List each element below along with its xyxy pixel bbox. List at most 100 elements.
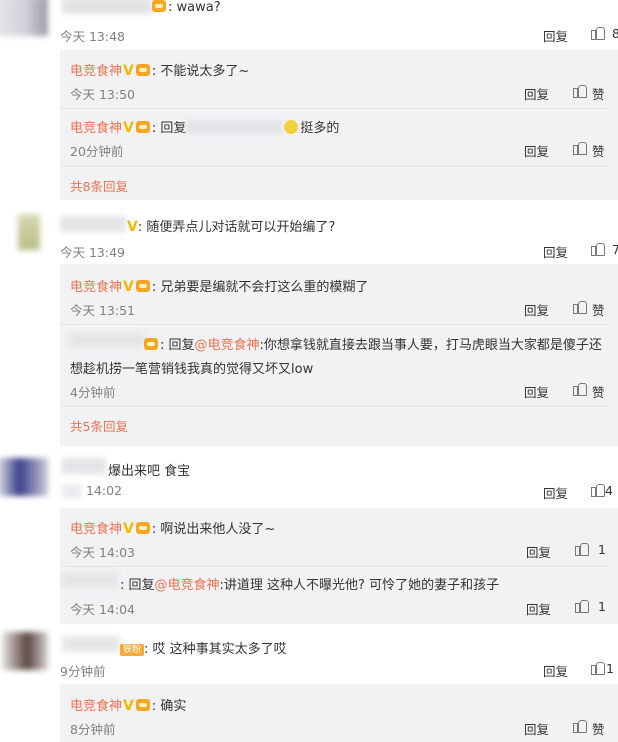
reply-button[interactable]: 回复 bbox=[524, 719, 549, 738]
like-count: 8 bbox=[612, 26, 618, 41]
reply-button[interactable]: 回复 bbox=[543, 26, 568, 45]
crown-badge-icon bbox=[135, 64, 150, 76]
divider bbox=[60, 406, 610, 407]
more-replies-link[interactable]: 共5条回复 bbox=[70, 416, 128, 435]
reply-prefix: : 回复 bbox=[151, 121, 187, 136]
reply-author[interactable]: 电竞食神 bbox=[70, 64, 122, 79]
like-label[interactable]: 赞 bbox=[592, 141, 605, 160]
mention-blurred[interactable] bbox=[186, 120, 283, 134]
like-count: 7 bbox=[612, 242, 618, 257]
reply-button[interactable]: 回复 bbox=[543, 661, 568, 680]
comment-text: : 哎 这种事其实太多了哎 bbox=[144, 642, 287, 657]
reply-author[interactable]: 电竞食神 bbox=[70, 280, 122, 295]
reply-text-continued: 想趁机捞一笔营销钱我真的觉得又坏又low bbox=[70, 362, 314, 377]
thumbs-up-icon[interactable] bbox=[573, 720, 587, 733]
divider bbox=[60, 566, 610, 567]
like-label[interactable]: 赞 bbox=[592, 382, 605, 401]
avatar[interactable] bbox=[18, 214, 40, 250]
timestamp: 今天 13:49 bbox=[60, 245, 125, 260]
thumbs-up-icon[interactable] bbox=[591, 662, 605, 675]
timestamp: 9分钟前 bbox=[60, 664, 106, 679]
timestamp: 8分钟前 bbox=[70, 722, 116, 737]
timestamp: 今天 13:48 bbox=[60, 29, 125, 44]
verified-v-icon: V bbox=[123, 521, 134, 537]
crown-badge-icon bbox=[152, 0, 166, 12]
laughing-emoji-icon bbox=[284, 120, 299, 134]
reply-button[interactable]: 回复 bbox=[543, 483, 568, 502]
timestamp: 今天 14:04 bbox=[70, 602, 135, 617]
thumbs-up-icon[interactable] bbox=[575, 543, 589, 556]
verified-v-icon: V bbox=[123, 63, 134, 79]
crown-badge-icon bbox=[144, 338, 158, 350]
reply-text: :你想拿钱就直接去跟当事人要，打马虎眼当大家都是傻子还 bbox=[259, 338, 602, 353]
comment-item: V: 随便弄点儿对话就可以开始编了? 今天 13:49 回复 7 电竞食神V: … bbox=[0, 206, 618, 446]
crown-badge-icon bbox=[135, 280, 150, 292]
reply-list: 电竞食神V: 兄弟要是编就不会打这么重的模糊了 今天 13:51 回复 赞 : … bbox=[60, 264, 618, 446]
divider bbox=[60, 324, 610, 325]
divider bbox=[60, 108, 610, 109]
username-blurred[interactable] bbox=[62, 636, 120, 652]
reply-button[interactable]: 回复 bbox=[524, 141, 549, 160]
reply-button[interactable]: 回复 bbox=[524, 300, 549, 319]
timestamp: 14:02 bbox=[86, 483, 123, 498]
reply-text: : 确实 bbox=[151, 699, 187, 714]
reply-list: 电竞食神V : 确实 8分钟前 回复 赞 bbox=[60, 684, 618, 742]
timestamp: 今天 14:03 bbox=[70, 545, 135, 560]
thumbs-up-icon[interactable] bbox=[575, 600, 589, 613]
username-blurred[interactable] bbox=[62, 572, 118, 588]
thumbs-up-icon[interactable] bbox=[573, 85, 587, 98]
avatar[interactable] bbox=[0, 0, 48, 36]
timestamp: 今天 13:51 bbox=[70, 303, 135, 318]
thumbs-up-icon[interactable] bbox=[591, 243, 605, 256]
timestamp: 今天 13:50 bbox=[70, 87, 135, 102]
more-replies-link[interactable]: 共8条回复 bbox=[70, 176, 128, 195]
like-label[interactable]: 赞 bbox=[592, 84, 605, 103]
timestamp: 4分钟前 bbox=[70, 385, 116, 400]
like-label[interactable]: 赞 bbox=[592, 719, 605, 738]
reply-author[interactable]: 电竞食神 bbox=[70, 522, 122, 537]
reply-button[interactable]: 回复 bbox=[524, 84, 549, 103]
mention-link[interactable]: @电竞食神 bbox=[195, 338, 260, 353]
verified-v-icon: V bbox=[123, 279, 134, 295]
reply-text: : 不能说太多了~ bbox=[151, 64, 250, 79]
like-label[interactable]: 赞 bbox=[592, 300, 605, 319]
comment-item: : wawa? 今天 13:48 回复 8 电竞食神V: 不能说太多了~ 今天 … bbox=[0, 0, 618, 200]
fan-badge-icon: 铁粉 bbox=[120, 644, 145, 656]
verified-v-icon: V bbox=[127, 219, 138, 235]
verified-v-icon: V bbox=[123, 698, 134, 714]
reply-list: 电竞食神V: 不能说太多了~ 今天 13:50 回复 赞 电竞食神V: 回复 挺多… bbox=[60, 50, 618, 200]
reply-button[interactable]: 回复 bbox=[526, 599, 551, 618]
comment-item: 铁粉: 哎 这种事其实太多了哎 9分钟前 回复 1 电竞食神V : 确实 8分钟前… bbox=[0, 628, 618, 742]
avatar[interactable] bbox=[0, 458, 48, 496]
reply-button[interactable]: 回复 bbox=[524, 382, 549, 401]
thumbs-up-icon[interactable] bbox=[573, 301, 587, 314]
reply-text: : 啊说出来他人没了~ bbox=[151, 522, 276, 537]
thumbs-up-icon[interactable] bbox=[591, 484, 605, 497]
username-blurred[interactable] bbox=[62, 0, 152, 14]
like-count: 1 bbox=[606, 661, 614, 676]
reply-author[interactable]: 电竞食神 bbox=[70, 699, 122, 714]
thumbs-up-icon[interactable] bbox=[591, 27, 605, 40]
username-blurred[interactable] bbox=[60, 216, 126, 232]
comment-text: : wawa? bbox=[168, 0, 221, 15]
comment-text: 爆出来吧 食宝 bbox=[108, 464, 191, 479]
reply-button[interactable]: 回复 bbox=[526, 542, 551, 561]
reply-button[interactable]: 回复 bbox=[543, 242, 568, 261]
reply-list: 电竞食神V: 啊说出来他人没了~ 今天 14:03 回复 1 : 回复@电竞食神… bbox=[60, 508, 618, 624]
comment-item: 爆出来吧 食宝 14:02 回复 4 电竞食神V: 啊说出来他人没了~ 今天 1… bbox=[0, 452, 618, 624]
thumbs-up-icon[interactable] bbox=[573, 142, 587, 155]
like-count: 1 bbox=[598, 542, 606, 557]
timestamp: 20分钟前 bbox=[70, 144, 124, 159]
reply-author[interactable]: 电竞食神 bbox=[70, 121, 122, 136]
username-blurred[interactable] bbox=[70, 332, 144, 348]
reply-text: :讲道理 这种人不曝光他? 可怜了她的妻子和孩子 bbox=[219, 578, 500, 593]
crown-badge-icon bbox=[135, 121, 150, 133]
divider bbox=[60, 166, 610, 167]
thumbs-up-icon[interactable] bbox=[573, 383, 587, 396]
verified-v-icon: V bbox=[123, 120, 134, 136]
crown-badge-icon bbox=[135, 699, 150, 711]
mention-link[interactable]: @电竞食神 bbox=[155, 578, 220, 593]
reply-text: : 兄弟要是编就不会打这么重的模糊了 bbox=[151, 280, 369, 295]
username-blurred[interactable] bbox=[62, 458, 106, 474]
avatar[interactable] bbox=[2, 632, 48, 670]
